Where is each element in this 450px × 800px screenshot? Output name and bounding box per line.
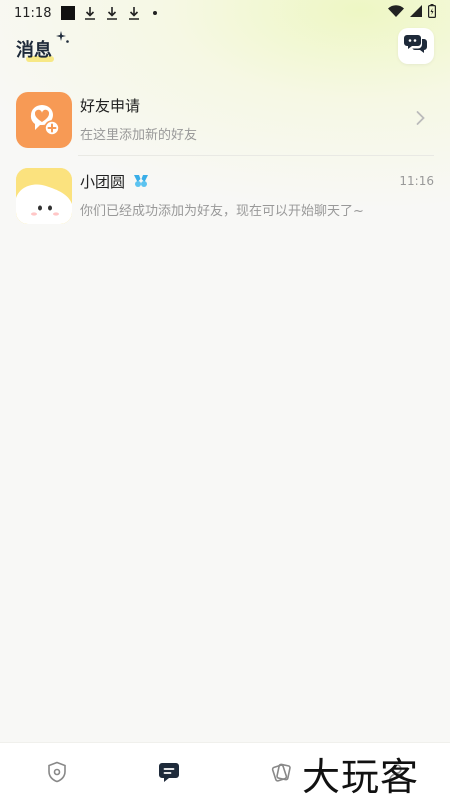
friend-request-title: 好友申请 <box>80 97 141 115</box>
watermark-text: 大玩客 <box>302 755 420 799</box>
page-title: 消息 <box>16 40 52 61</box>
cards-icon <box>271 763 291 782</box>
contact-avatar <box>16 168 72 224</box>
battery-icon <box>428 4 437 22</box>
list-divider <box>78 155 434 156</box>
status-bar: 11:18 <box>0 0 450 26</box>
message-time: 11:16 <box>399 174 434 188</box>
friend-request-avatar <box>16 92 72 148</box>
vip-badge-icon <box>133 174 149 192</box>
friend-request-subtitle: 在这里添加新的好友 <box>80 128 198 143</box>
more-notifications-dot-icon <box>153 11 158 15</box>
status-time: 11:18 <box>14 5 52 21</box>
notification-square-icon <box>61 6 76 20</box>
nav-discover-tab[interactable] <box>269 760 293 784</box>
contact-name: 小团圆 <box>80 173 126 191</box>
mascot-avatar-icon <box>16 168 72 224</box>
page-header: 消息 <box>0 26 450 76</box>
nav-messages-tab[interactable] <box>157 760 181 784</box>
sparkle-icon <box>56 30 70 49</box>
chevron-right-icon <box>416 110 425 130</box>
message-icon <box>159 763 179 782</box>
download-icon <box>127 6 141 20</box>
nav-home-tab[interactable] <box>45 760 69 784</box>
wifi-icon <box>388 5 404 21</box>
download-icon <box>105 6 119 20</box>
contact-name-wrap: 小团圆 <box>80 171 149 192</box>
conversation-item[interactable]: 小团圆 11:16 你们已经成功添加为好友，现在可以开始聊天了~ <box>0 162 450 232</box>
message-list: 好友申请 在这里添加新的好友 小团圆 11:16 你们已经成功添加为好友，现在可… <box>0 86 450 232</box>
cell-signal-icon <box>410 5 422 21</box>
chat-bubbles-button[interactable] <box>398 28 434 64</box>
friend-add-icon <box>30 105 60 136</box>
chat-bubbles-icon <box>404 33 428 59</box>
last-message-preview: 你们已经成功添加为好友，现在可以开始聊天了~ <box>80 204 364 219</box>
shield-icon <box>48 761 66 783</box>
friend-request-item[interactable]: 好友申请 在这里添加新的好友 <box>0 86 450 156</box>
download-icon <box>83 6 97 20</box>
